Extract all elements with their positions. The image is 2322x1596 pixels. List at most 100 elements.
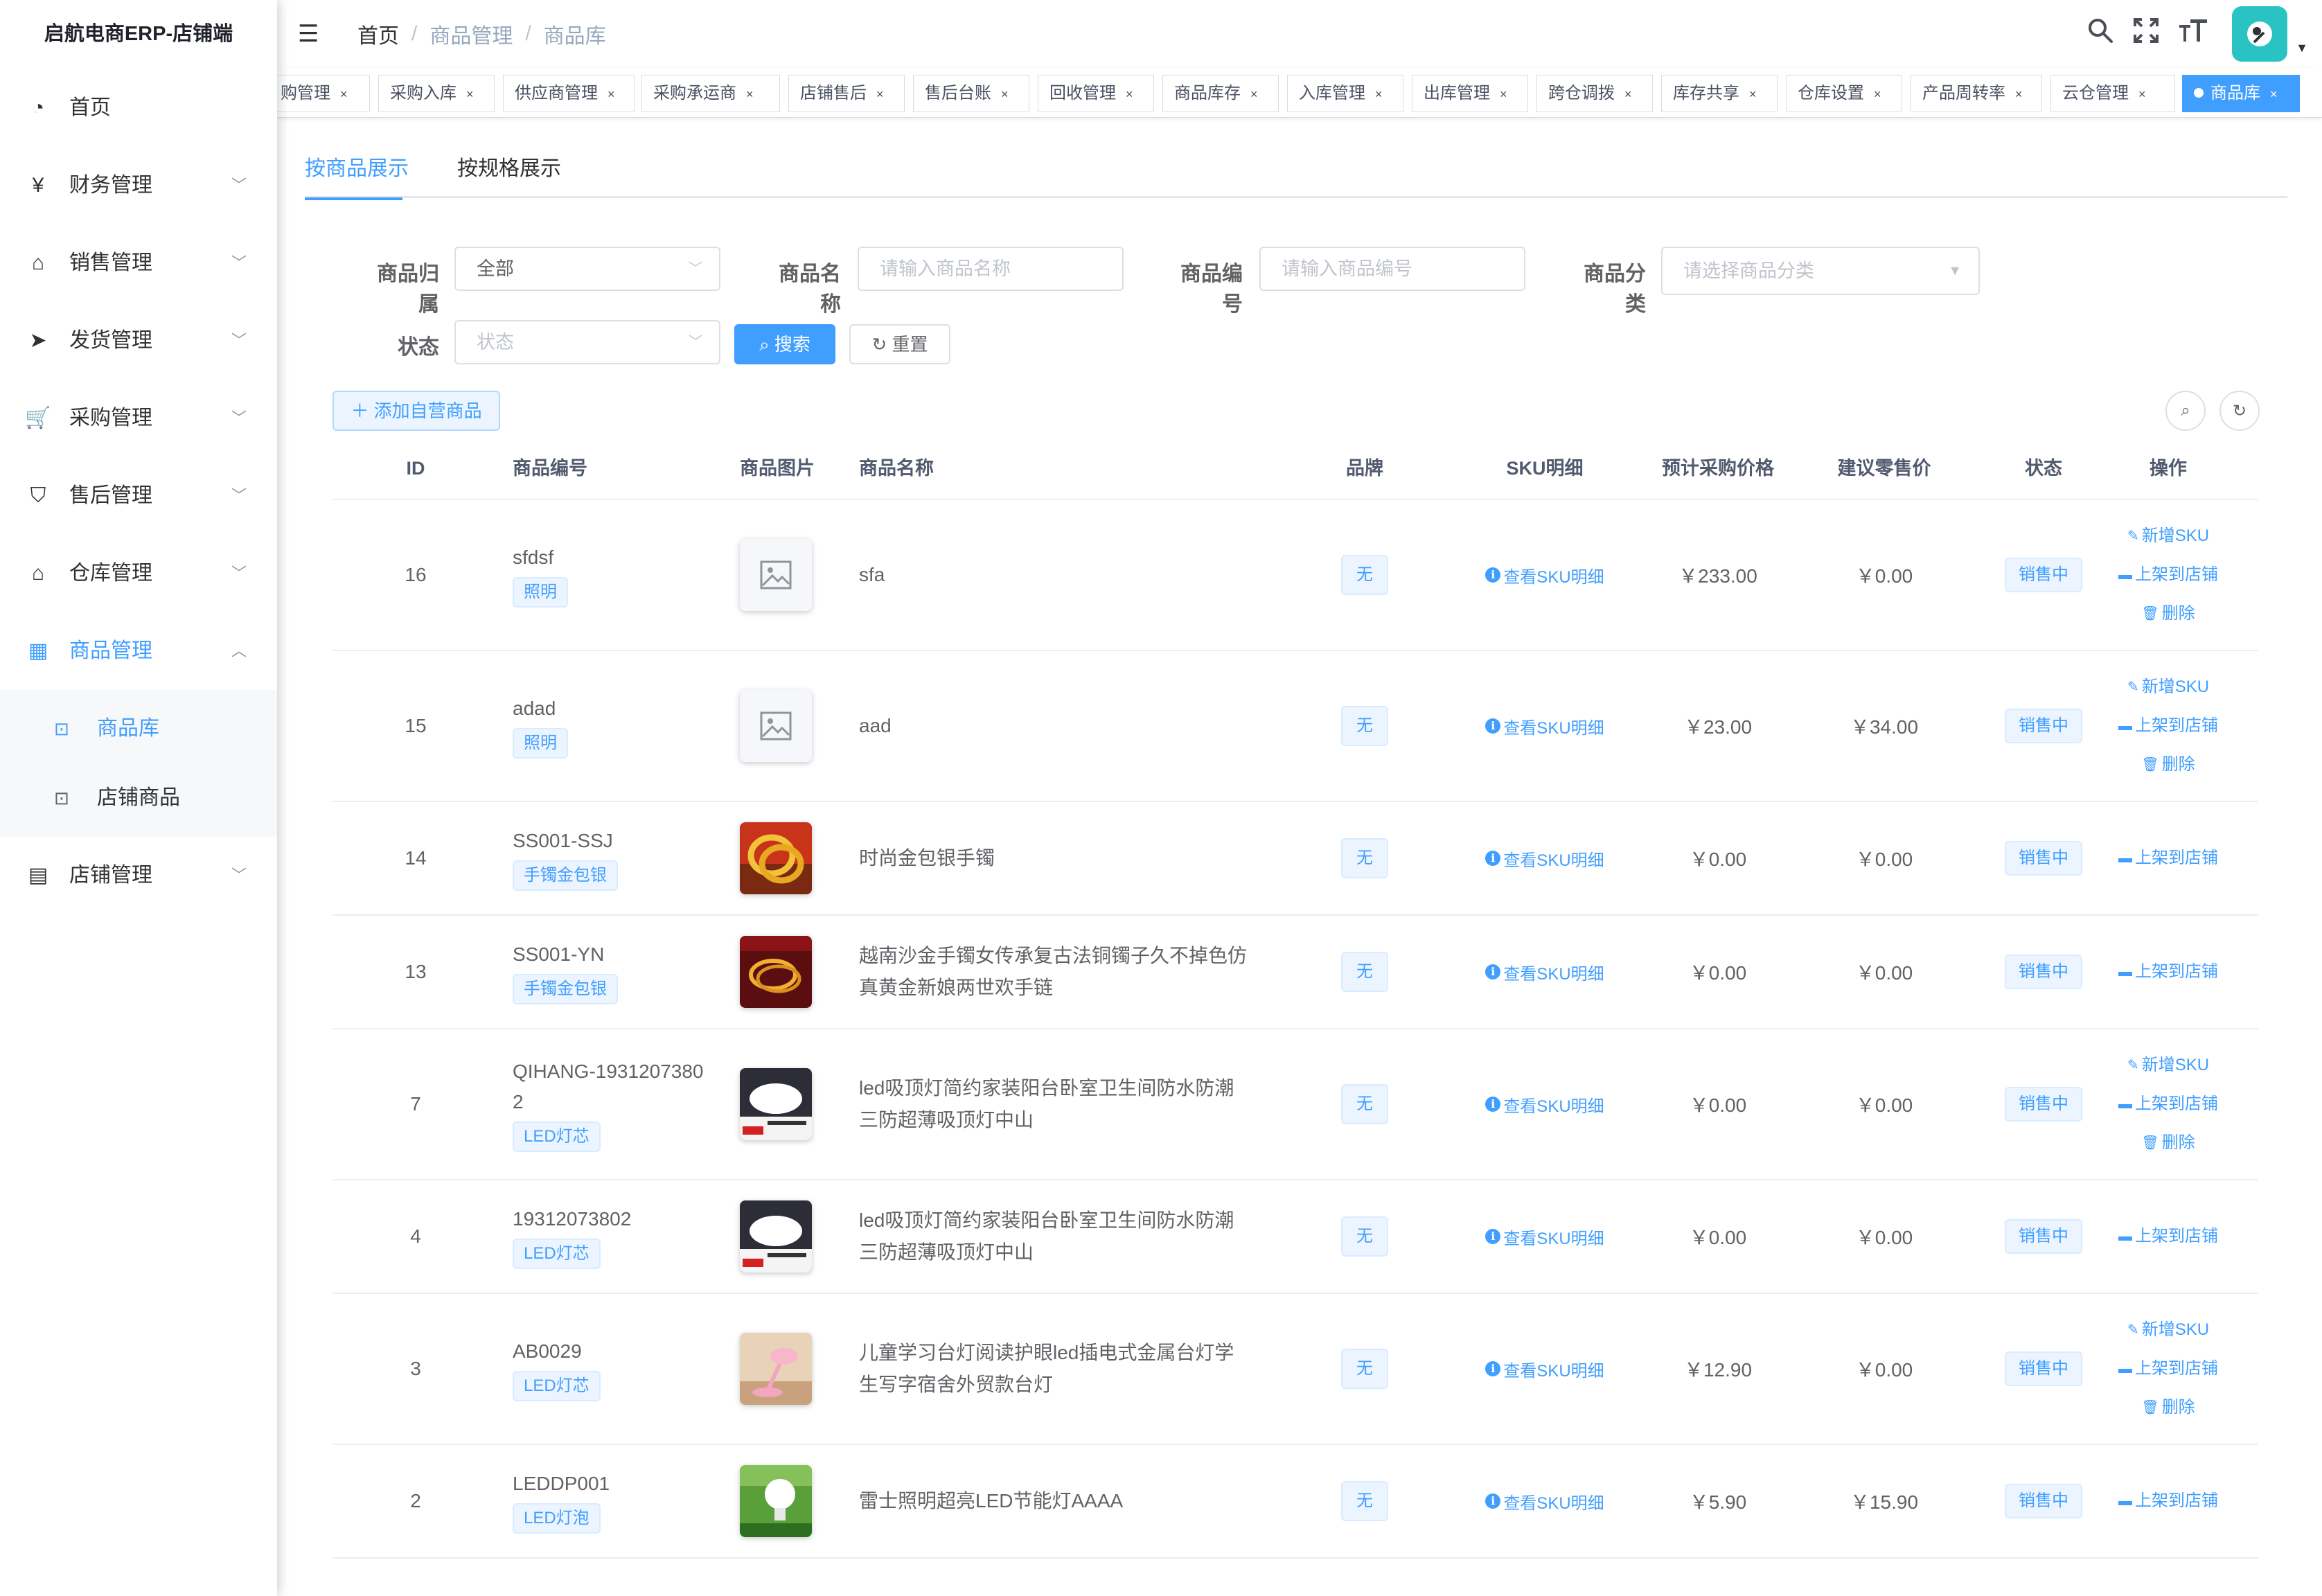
sidebar-item-8[interactable]: ▤ 店铺管理 ﹀	[0, 837, 277, 914]
tag-8[interactable]: 入库管理 ×	[1287, 75, 1403, 112]
product-thumbnail[interactable]	[740, 1068, 812, 1140]
tag-1[interactable]: 采购入库 ×	[378, 75, 495, 112]
chevron-down-icon[interactable]: ▼	[2296, 41, 2308, 55]
tab-by-spec[interactable]: 按规格展示	[457, 152, 561, 198]
close-icon[interactable]: ×	[1749, 87, 1757, 101]
tag-7[interactable]: 商品库存 ×	[1162, 75, 1279, 112]
close-icon[interactable]: ×	[1500, 87, 1507, 101]
product-thumbnail[interactable]	[740, 1465, 812, 1537]
view-sku-link[interactable]: i 查看SKU明细	[1485, 846, 1604, 871]
op-0-link[interactable]: ▬ 上架到店铺	[2118, 839, 2218, 878]
tag-9[interactable]: 出库管理 ×	[1412, 75, 1528, 112]
close-icon[interactable]: ×	[1126, 87, 1133, 101]
op-1-link[interactable]: ▬ 上架到店铺	[2118, 1085, 2218, 1124]
chevron-down-icon: ﹀	[231, 177, 247, 194]
user-avatar[interactable]	[2232, 6, 2288, 62]
close-icon[interactable]: ×	[466, 87, 474, 101]
category-select[interactable]: 请选择商品分类 ▼	[1661, 247, 1980, 295]
tag-2[interactable]: 供应商管理 ×	[503, 75, 635, 112]
code-input[interactable]: 请输入商品编号	[1259, 247, 1525, 291]
close-icon[interactable]: ×	[1001, 87, 1009, 101]
sidebar-item-3[interactable]: ➤ 发货管理 ﹀	[0, 302, 277, 380]
tag-3[interactable]: 采购承运商 ×	[641, 75, 780, 112]
product-thumbnail[interactable]	[740, 1200, 812, 1273]
op-1-link[interactable]: ▬ 上架到店铺	[2118, 1349, 2218, 1388]
tab-by-product[interactable]: 按商品展示	[305, 152, 409, 200]
tag-11[interactable]: 库存共享 ×	[1661, 75, 1778, 112]
sidebar-item-0[interactable]: ◔ 首页	[0, 69, 277, 147]
sidebar-subitem-0[interactable]: ⊡ 商品库	[0, 694, 277, 763]
sidebar-item-5[interactable]: ⛉ 售后管理 ﹀	[0, 457, 277, 535]
product-thumbnail[interactable]	[740, 822, 812, 894]
close-icon[interactable]: ×	[340, 87, 348, 101]
tag-14[interactable]: 云仓管理 ×	[2050, 75, 2175, 112]
status-select[interactable]: 状态 ﹀	[454, 320, 720, 364]
view-sku-link[interactable]: i 查看SKU明细	[1485, 960, 1604, 984]
op-label: 删除	[2161, 604, 2195, 623]
op-2-link[interactable]: 🗑 删除	[2141, 594, 2195, 633]
search-icon[interactable]	[2086, 17, 2114, 51]
category-tag: LED灯芯	[513, 1371, 601, 1401]
close-icon[interactable]: ×	[1874, 87, 1881, 101]
view-sku-link[interactable]: i 查看SKU明细	[1485, 1092, 1604, 1117]
op-0-link[interactable]: ✎ 新增SKU	[2127, 517, 2209, 556]
product-thumbnail[interactable]	[740, 936, 812, 1008]
font-size-icon[interactable]	[2178, 17, 2208, 51]
tag-10[interactable]: 跨仓调拨 ×	[1536, 75, 1653, 112]
op-0-link[interactable]: ▬ 上架到店铺	[2118, 1217, 2218, 1256]
owner-select[interactable]: 全部 ﹀	[454, 247, 720, 291]
op-0-link[interactable]: ▬ 上架到店铺	[2118, 1482, 2218, 1520]
op-0-link[interactable]: ✎ 新增SKU	[2127, 1046, 2209, 1085]
image-placeholder-icon[interactable]	[740, 690, 812, 762]
tag-6[interactable]: 回收管理 ×	[1038, 75, 1154, 112]
view-sku-link[interactable]: i 查看SKU明细	[1485, 563, 1604, 587]
tag-12[interactable]: 仓库设置 ×	[1786, 75, 1902, 112]
sidebar-item-6[interactable]: ⌂ 仓库管理 ﹀	[0, 535, 277, 612]
close-icon[interactable]: ×	[746, 87, 754, 101]
op-1-link[interactable]: ▬ 上架到店铺	[2118, 707, 2218, 745]
tag-15[interactable]: 商品库 ×	[2182, 75, 2300, 112]
op-2-link[interactable]: 🗑 删除	[2141, 1124, 2195, 1162]
close-icon[interactable]: ×	[1375, 87, 1383, 101]
sidebar-subitem-1[interactable]: ⊡ 店铺商品	[0, 763, 277, 833]
tag-0[interactable]: 购管理 ×	[277, 75, 370, 112]
close-icon[interactable]: ×	[1250, 87, 1258, 101]
tag-5[interactable]: 售后台账 ×	[913, 75, 1029, 112]
hamburger-icon[interactable]: ☰	[298, 20, 326, 48]
search-button[interactable]: ⌕ 搜索	[734, 324, 835, 364]
breadcrumb-product-mgmt[interactable]: 商品管理	[429, 19, 513, 49]
purchase-price: ￥0.00	[1689, 849, 1747, 870]
add-product-button[interactable]: ＋ 添加自营商品	[333, 391, 500, 431]
sidebar-item-2[interactable]: ⌂ 销售管理 ﹀	[0, 224, 277, 302]
op-2-link[interactable]: 🗑 删除	[2141, 1388, 2195, 1427]
view-sku-link[interactable]: i 查看SKU明细	[1485, 1489, 1604, 1514]
sidebar-item-4[interactable]: 🛒 采购管理 ﹀	[0, 380, 277, 457]
tag-13[interactable]: 产品周转率 ×	[1911, 75, 2042, 112]
tag-4[interactable]: 店铺售后 ×	[788, 75, 905, 112]
fullscreen-icon[interactable]	[2132, 17, 2160, 51]
sidebar-item-7[interactable]: ▦ 商品管理 ︿	[0, 612, 277, 690]
cell-code: 19312073802 LED灯芯	[513, 1180, 720, 1293]
reset-button[interactable]: ↻ 重置	[849, 324, 950, 364]
close-icon[interactable]: ×	[2270, 87, 2278, 101]
view-sku-link[interactable]: i 查看SKU明细	[1485, 714, 1604, 738]
refresh-icon[interactable]: ↻	[2219, 391, 2260, 431]
close-icon[interactable]: ×	[2138, 87, 2146, 101]
view-sku-link[interactable]: i 查看SKU明细	[1485, 1225, 1604, 1249]
image-placeholder-icon[interactable]	[740, 539, 812, 611]
op-2-link[interactable]: 🗑 删除	[2141, 745, 2195, 784]
close-icon[interactable]: ×	[1624, 87, 1632, 101]
op-1-link[interactable]: ▬ 上架到店铺	[2118, 556, 2218, 594]
breadcrumb-home[interactable]: 首页	[357, 19, 399, 49]
close-icon[interactable]: ×	[608, 87, 615, 101]
op-0-link[interactable]: ▬ 上架到店铺	[2118, 952, 2218, 991]
sidebar-item-1[interactable]: ¥ 财务管理 ﹀	[0, 147, 277, 224]
view-sku-link[interactable]: i 查看SKU明细	[1485, 1357, 1604, 1381]
op-0-link[interactable]: ✎ 新增SKU	[2127, 1311, 2209, 1349]
close-icon[interactable]: ×	[876, 87, 884, 101]
search-toggle-icon[interactable]: ⌕	[2165, 391, 2206, 431]
product-thumbnail[interactable]	[740, 1333, 812, 1405]
name-input[interactable]: 请输入商品名称	[858, 247, 1124, 291]
op-0-link[interactable]: ✎ 新增SKU	[2127, 668, 2209, 707]
close-icon[interactable]: ×	[2015, 87, 2023, 101]
